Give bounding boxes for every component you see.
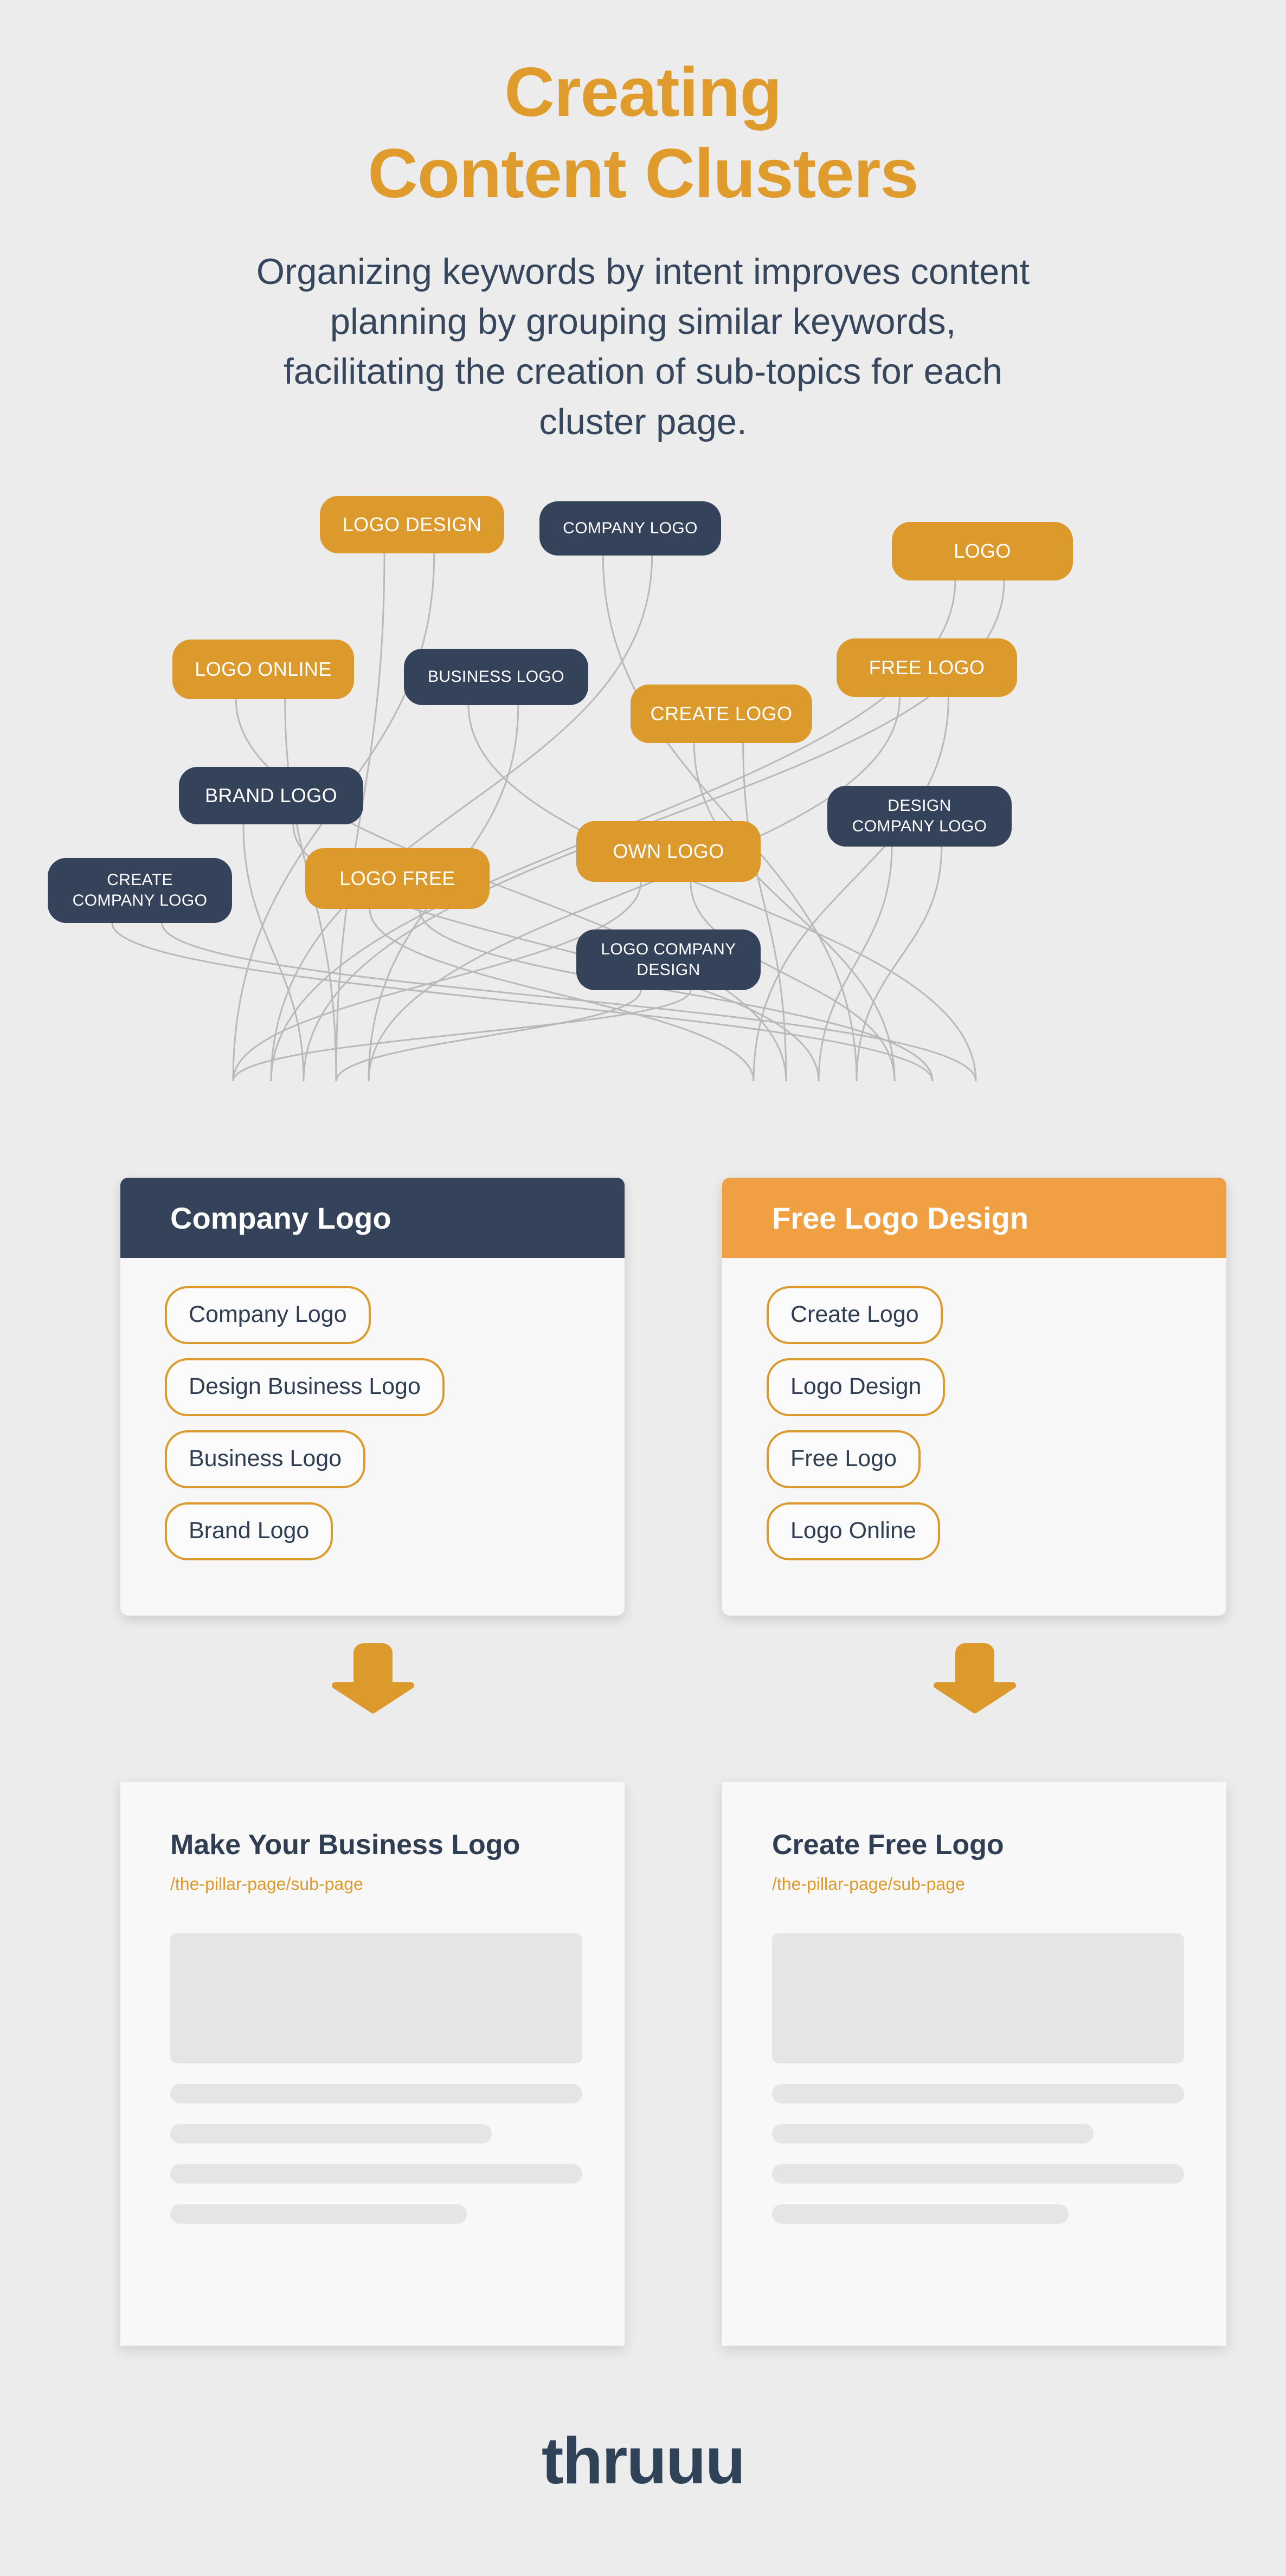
page-mockup-title: Create Free Logo <box>772 1829 1004 1861</box>
keyword-bubble-label: LOGO DESIGN <box>342 513 482 536</box>
skeleton-text-line <box>170 2084 582 2103</box>
keyword-pill-row: Free Logo <box>767 1430 1226 1502</box>
keyword-pill[interactable]: Business Logo <box>165 1430 366 1488</box>
keyword-pill[interactable]: Company Logo <box>165 1286 371 1344</box>
cluster-card-keyword-list: Create Logo Logo Design Free Logo Logo Onli… <box>722 1258 1226 1616</box>
keyword-pill[interactable]: Free Logo <box>767 1430 921 1488</box>
cluster-card: Company Logo Company Logo Design Business … <box>120 1178 625 1616</box>
skeleton-text-line <box>170 2124 492 2144</box>
keyword-bubble[interactable]: LOGO FREE <box>305 848 490 909</box>
cluster-card-title: Company Logo <box>120 1178 625 1258</box>
arrow-down-icon <box>330 1643 416 1714</box>
keyword-pill-row: Design Business Logo <box>165 1358 625 1430</box>
skeleton-text-line <box>772 2164 1184 2184</box>
skeleton-image-placeholder <box>170 1933 582 2063</box>
keyword-bubble-label: LOGO COMPANY DESIGN <box>601 940 736 979</box>
cluster-card: Free Logo Design Create Logo Logo Design Fr… <box>722 1178 1226 1616</box>
skeleton-text-line <box>772 2204 1069 2224</box>
keyword-bubble[interactable]: LOGO DESIGN <box>320 496 504 554</box>
keyword-pill[interactable]: Brand Logo <box>165 1502 333 1560</box>
connector-line <box>111 923 934 1082</box>
keyword-bubble[interactable]: CREATE LOGO <box>631 685 812 744</box>
keyword-bubble-label: OWN LOGO <box>613 840 724 863</box>
keyword-bubble[interactable]: COMPANY LOGO <box>539 501 721 556</box>
keyword-bubble[interactable]: FREE LOGO <box>837 638 1017 698</box>
keyword-bubble[interactable]: LOGO ONLINE <box>172 640 354 700</box>
keyword-bubble[interactable]: BRAND LOGO <box>179 767 363 825</box>
skeleton-text-line <box>772 2084 1184 2103</box>
keyword-bubble-label: LOGO ONLINE <box>195 658 332 681</box>
page-mockup-url[interactable]: /the-pillar-page/sub-page <box>772 1874 1184 1894</box>
page-mockup-title: Make Your Business Logo <box>170 1829 520 1861</box>
keyword-bubble-label: BRAND LOGO <box>204 784 338 807</box>
page-subtitle: Organizing keywords by intent improves c… <box>256 251 1030 442</box>
page-title: Creating Content Clusters <box>368 54 918 212</box>
keyword-bubble-label: CREATE COMPANY LOGO <box>72 870 208 910</box>
cluster-card-title: Free Logo Design <box>722 1178 1226 1258</box>
keyword-bubble[interactable]: OWN LOGO <box>576 821 761 882</box>
cluster-card-keyword-list: Company Logo Design Business Logo Business… <box>120 1258 625 1616</box>
keyword-bubble-label: DESIGN COMPANY LOGO <box>852 796 987 836</box>
brand-logo: thruuu <box>541 2424 745 2497</box>
page-mockup-card: Make Your Business Logo/the-pillar-page/… <box>120 1782 625 2346</box>
keyword-pill[interactable]: Design Business Logo <box>165 1358 445 1416</box>
keyword-bubble[interactable]: LOGO COMPANY DESIGN <box>576 929 761 991</box>
skeleton-text-line <box>772 2124 1094 2144</box>
arrow-down-icon <box>931 1643 1018 1714</box>
page-mockup-url[interactable]: /the-pillar-page/sub-page <box>170 1874 582 1894</box>
keyword-bubble-label: FREE LOGO <box>869 656 985 679</box>
page-mockup-card: Create Free Logo/the-pillar-page/sub-pag… <box>722 1782 1226 2346</box>
connector-line <box>602 556 858 1082</box>
keyword-pill-row: Brand Logo <box>165 1502 625 1574</box>
skeleton-text-line <box>170 2164 582 2184</box>
keyword-bubble-label: BUSINESS LOGO <box>428 668 564 686</box>
keyword-bubble[interactable]: DESIGN COMPANY LOGO <box>827 786 1012 847</box>
keyword-cluster-graph: LOGO DESIGN COMPANY LOGO LOGO LOGO ONLINE BU… <box>0 447 1286 1087</box>
keyword-bubble-label: LOGO FREE <box>339 867 455 890</box>
keyword-bubble-label: LOGO <box>954 540 1011 563</box>
keyword-pill-row: Business Logo <box>165 1430 625 1502</box>
keyword-bubble[interactable]: CREATE COMPANY LOGO <box>48 858 232 924</box>
keyword-pill-row: Logo Online <box>767 1502 1226 1574</box>
keyword-pill-row: Logo Design <box>767 1358 1226 1430</box>
keyword-pill[interactable]: Logo Design <box>767 1358 946 1416</box>
header: Creating Content Clusters Organizing key… <box>0 0 1286 447</box>
keyword-pill-row: Create Logo <box>767 1286 1226 1358</box>
keyword-bubble-label: CREATE LOGO <box>650 702 793 725</box>
keyword-pill[interactable]: Logo Online <box>767 1502 940 1560</box>
keyword-pill[interactable]: Create Logo <box>767 1286 943 1344</box>
keyword-bubble-label: COMPANY LOGO <box>563 519 698 538</box>
keyword-bubble[interactable]: LOGO <box>892 522 1073 581</box>
keyword-bubble[interactable]: BUSINESS LOGO <box>404 649 588 706</box>
keyword-pill-row: Company Logo <box>165 1286 625 1358</box>
skeleton-image-placeholder <box>772 1933 1184 2063</box>
skeleton-text-line <box>170 2204 467 2224</box>
